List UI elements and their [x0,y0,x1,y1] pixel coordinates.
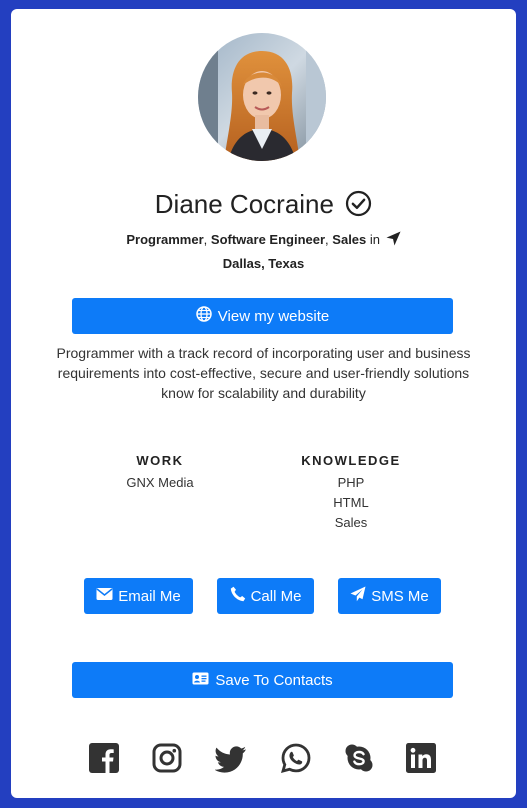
address-card-icon [192,672,209,689]
profile-name: Diane Cocraine [154,189,334,219]
avatar [198,33,326,161]
instagram-icon[interactable] [152,743,182,773]
roles-line: Programmer, Software Engineer, Sales in [11,231,516,250]
work-item: GNX Media [126,475,194,490]
save-contacts-label: Save To Contacts [215,671,333,689]
knowledge-section: KNOWLEDGE PHP HTML Sales [291,453,411,533]
paper-plane-icon [350,586,366,606]
view-website-button[interactable]: View my website [72,298,453,334]
email-label: Email Me [118,587,181,605]
work-section: WORK GNX Media [111,453,209,493]
twitter-icon[interactable] [214,743,246,773]
work-heading: WORK [136,453,184,468]
role: Programmer [126,232,204,247]
call-label: Call Me [250,587,302,605]
knowledge-item: Sales [334,515,368,530]
email-button[interactable]: Email Me [84,578,193,614]
location: Dallas, Texas [222,256,305,271]
knowledge-item: PHP [337,475,365,490]
whatsapp-icon[interactable] [280,743,311,773]
linkedin-icon[interactable] [406,743,436,773]
call-button[interactable]: Call Me [217,578,314,614]
sms-button[interactable]: SMS Me [338,578,441,614]
in-text: in [369,232,381,247]
knowledge-item: HTML [333,495,369,510]
location-arrow-icon [386,231,401,250]
skype-icon[interactable] [344,743,374,773]
role: Sales [332,232,367,247]
bio-text: Programmer with a track record of incorp… [56,345,471,401]
facebook-icon[interactable] [89,743,119,773]
profile-card: Diane Cocraine Programmer, Software Engi… [11,9,516,798]
view-website-label: View my website [217,307,330,325]
envelope-icon [96,587,113,605]
globe-icon [196,306,212,326]
profile-name-row: Diane Cocraine [11,187,516,225]
verified-icon [345,190,372,225]
save-contacts-button[interactable]: Save To Contacts [72,662,453,698]
phone-icon [230,586,246,606]
role: Software Engineer [210,232,326,247]
knowledge-heading: KNOWLEDGE [301,453,401,468]
sms-label: SMS Me [371,587,429,605]
